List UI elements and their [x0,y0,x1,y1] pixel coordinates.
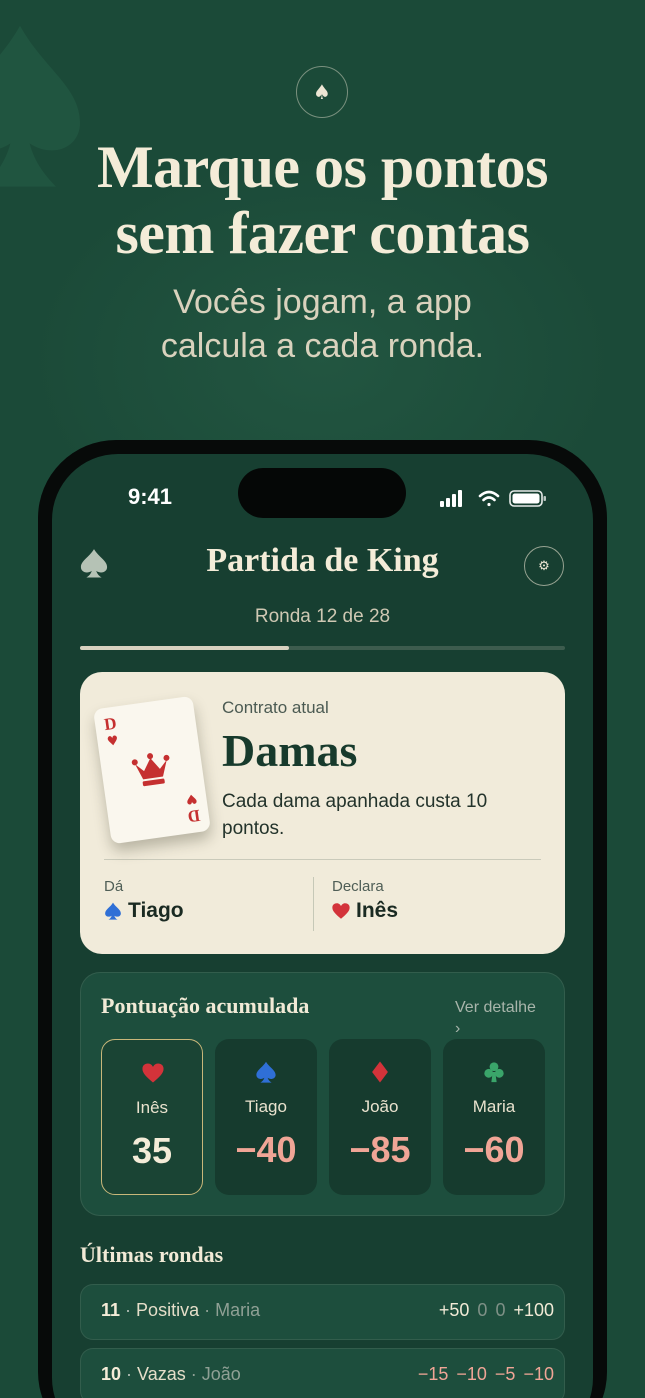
round-score: −5 [494,1364,516,1384]
subheadline-line-1: Vocês jogam, a app [173,283,472,321]
dynamic-island [238,468,406,518]
round-score: 0 [495,1300,506,1320]
cumulative-score-panel: Pontuação acumulada Ver detalhe › Inês 3… [80,972,565,1216]
round-progress-bar [80,646,565,650]
diamond-icon [372,1061,388,1083]
contract-card[interactable]: D ♥ D ♥ Contrato atual Damas Cada dama a… [80,672,565,954]
round-row-info: 11 · Positiva · Maria [101,1300,260,1321]
round-number: 10 [101,1364,122,1384]
gear-icon: ⚙ [538,558,550,574]
round-scores: −15 −10 −5 −10 [418,1364,554,1385]
crown-icon [131,753,170,787]
hero-headline: Marque os pontos sem fazer contas [0,134,645,266]
card-suit-heart-icon-bottom: ♥ [184,790,198,807]
declarer-label: Declara [332,878,384,895]
round-player: Maria [215,1300,261,1320]
player-tile-maria[interactable]: Maria −60 [443,1039,545,1195]
spade-icon [256,1061,276,1083]
view-detail-link[interactable]: Ver detalhe › [455,997,545,1039]
recent-rounds-title: Últimas rondas [80,1242,224,1267]
separator: · [204,1300,216,1320]
player-score: −85 [349,1129,411,1170]
round-row[interactable]: 11 · Positiva · Maria +50 0 0 +100 [80,1284,565,1340]
heart-icon [142,1063,164,1083]
round-score: +50 [438,1300,470,1320]
contract-name: Damas [222,725,358,776]
player-score: −40 [235,1129,297,1170]
dealer-name: Tiago [128,899,184,922]
contract-description: Cada dama apanhada custa 10 pontos. [222,791,488,839]
dealer-field: Dá Tiago [104,878,184,923]
dealer-label: Dá [104,878,124,895]
divider [104,859,541,860]
player-score: −60 [463,1129,525,1170]
spade-suit-icon [105,902,121,920]
player-name: João [361,1097,399,1116]
round-row[interactable]: 10 · Vazas · João −15 −10 −5 −10 [80,1348,565,1398]
subheadline-line-2: calcula a cada ronda. [160,327,485,365]
separator: · [126,1364,138,1384]
battery-icon [509,490,546,507]
phone-frame: 9:41 Partida de King ⚙ Ronda 12 de 28 D … [38,440,607,1398]
round-label: Ronda 12 de 28 [254,606,391,627]
player-tile-ines[interactable]: Inês 35 [101,1039,203,1195]
headline-line-1: Marque os pontos [97,134,548,200]
phone-screen: 9:41 Partida de King ⚙ Ronda 12 de 28 D … [52,454,593,1398]
card-corner-top: D ♥ [102,713,120,752]
separator: · [125,1300,137,1320]
cellular-signal-icon [440,490,462,507]
round-score: −15 [417,1364,449,1384]
round-type: Positiva [136,1300,200,1320]
round-score: +100 [513,1300,554,1320]
queen-of-hearts-card: D ♥ D ♥ [93,695,211,845]
round-player: João [201,1364,241,1384]
score-panel-title: Pontuação acumulada [101,993,310,1018]
hero-subheadline: Vocês jogam, a app calcula a cada ronda. [0,280,645,368]
declarer-value: Inês [332,899,398,923]
round-scores: +50 0 0 +100 [439,1300,554,1321]
spade-badge-icon: ♠ [296,66,348,118]
player-score: 35 [131,1130,173,1171]
round-number: 11 [101,1300,121,1320]
headline-line-2: sem fazer contas [115,200,530,266]
round-score: −10 [456,1364,487,1384]
round-score: 0 [477,1300,488,1320]
player-tile-joao[interactable]: João −85 [329,1039,431,1195]
app-title: Partida de King [206,542,439,579]
vertical-divider [313,877,314,931]
player-name: Tiago [245,1097,287,1116]
round-type: Vazas [137,1364,186,1384]
player-tile-tiago[interactable]: Tiago −40 [215,1039,317,1195]
card-corner-bottom: D ♥ [184,788,202,827]
club-icon [484,1062,504,1083]
card-suit-heart-icon: ♥ [106,733,120,750]
round-row-info: 10 · Vazas · João [101,1364,241,1385]
round-progress-fill [80,646,289,650]
dealer-value: Tiago [104,899,184,923]
heart-suit-icon [332,903,350,919]
wifi-icon [478,490,500,507]
card-rank: D [102,713,118,735]
player-name: Maria [472,1097,516,1116]
declarer-name: Inês [356,899,399,922]
status-icons [440,490,546,507]
contract-label: Contrato atual [222,698,329,717]
player-name: Inês [135,1098,169,1117]
settings-button[interactable]: ⚙ [524,546,564,586]
separator: · [190,1364,202,1384]
declarer-field: Declara Inês [332,878,398,923]
status-time: 9:41 [128,484,173,509]
card-rank-bottom: D [186,805,202,827]
round-score: −10 [523,1364,554,1384]
